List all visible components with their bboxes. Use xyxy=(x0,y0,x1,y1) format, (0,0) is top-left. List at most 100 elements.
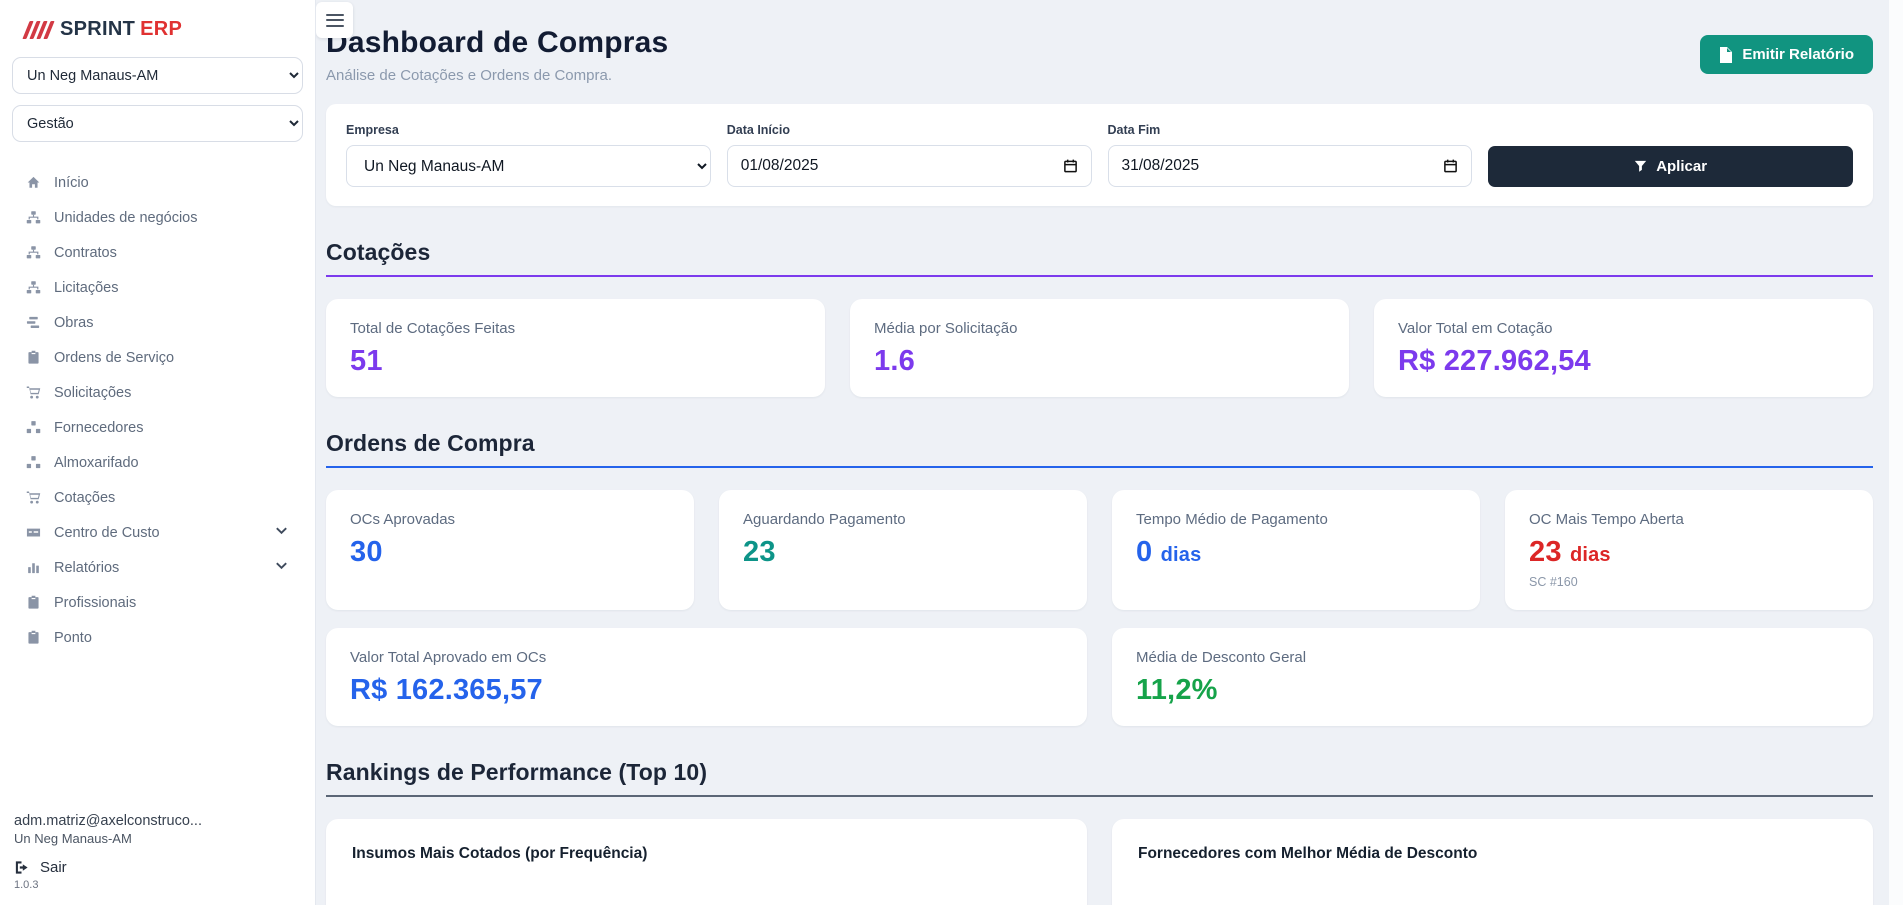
section-rule-rankings xyxy=(326,795,1873,797)
clipboard-icon xyxy=(26,595,41,610)
company-select[interactable]: Un Neg Manaus-AM xyxy=(346,145,711,187)
cubes-icon xyxy=(26,420,41,435)
end-date-input[interactable]: 31/08/2025 xyxy=(1108,145,1473,187)
stat-label: Valor Total em Cotação xyxy=(1398,320,1849,337)
apply-filter-button[interactable]: Aplicar xyxy=(1488,146,1853,187)
user-email: adm.matriz@axelconstruco... xyxy=(14,813,301,829)
sidebar: SPRINTERP Un Neg Manaus-AM Gestão Início… xyxy=(0,0,316,905)
brand-stripes-icon xyxy=(26,21,51,39)
section-rule-cotacoes xyxy=(326,275,1873,277)
module-select[interactable]: Gestão xyxy=(12,105,303,142)
rankings-cards: Insumos Mais Cotados (por Frequência) Fo… xyxy=(326,819,1873,905)
home-icon xyxy=(26,175,41,190)
filter-icon xyxy=(1634,160,1647,173)
cart-icon xyxy=(26,490,41,505)
stat-value: R$ 162.365,57 xyxy=(350,675,1063,705)
stat-card-ocs-aprovadas: OCs Aprovadas 30 xyxy=(326,490,694,609)
filter-bar: Empresa Un Neg Manaus-AM Data Início 01/… xyxy=(326,104,1873,206)
business-unit-select[interactable]: Un Neg Manaus-AM xyxy=(12,57,303,94)
stat-label: Aguardando Pagamento xyxy=(743,511,1063,528)
stat-value: 0 dias xyxy=(1136,537,1456,567)
clipboard-icon xyxy=(26,630,41,645)
user-unit: Un Neg Manaus-AM xyxy=(14,831,301,846)
ranking-card-fornecedores: Fornecedores com Melhor Média de Descont… xyxy=(1112,819,1873,905)
end-date-label: Data Fim xyxy=(1108,123,1473,137)
sidebar-item-inicio[interactable]: Início xyxy=(12,165,303,200)
stat-value: 11,2% xyxy=(1136,675,1849,705)
sitemap-icon xyxy=(26,245,41,260)
stat-value: 1.6 xyxy=(874,346,1325,376)
section-title-cotacoes: Cotações xyxy=(326,239,1873,266)
file-pdf-icon xyxy=(1719,47,1733,63)
brand-name: SPRINTERP xyxy=(60,18,182,41)
stat-card-aguardando-pagamento: Aguardando Pagamento 23 xyxy=(719,490,1087,609)
stat-card-valor-total-cotacao: Valor Total em Cotação R$ 227.962,54 xyxy=(1374,299,1873,397)
company-field: Empresa Un Neg Manaus-AM xyxy=(346,123,711,187)
stat-card-tempo-medio-pagamento: Tempo Médio de Pagamento 0 dias xyxy=(1112,490,1480,609)
section-rankings-header: Rankings de Performance (Top 10) xyxy=(326,759,1873,797)
sidebar-item-cotacoes[interactable]: Cotações xyxy=(12,480,303,515)
stat-value: 30 xyxy=(350,537,670,567)
stat-label: OCs Aprovadas xyxy=(350,511,670,528)
sitemap-icon xyxy=(26,210,41,225)
stat-value: 23 dias xyxy=(1529,537,1849,567)
sidebar-item-profissionais[interactable]: Profissionais xyxy=(12,585,303,620)
cart-icon xyxy=(26,385,41,400)
start-date-label: Data Início xyxy=(727,123,1092,137)
scrollbar[interactable] xyxy=(1889,0,1903,905)
calendar-icon xyxy=(1063,158,1078,174)
ranking-card-insumos: Insumos Mais Cotados (por Frequência) xyxy=(326,819,1087,905)
stat-card-media-desconto: Média de Desconto Geral 11,2% xyxy=(1112,628,1873,726)
chevron-down-icon xyxy=(274,558,289,577)
sidebar-item-ponto[interactable]: Ponto xyxy=(12,620,303,655)
sidebar-item-solicitacoes[interactable]: Solicitações xyxy=(12,375,303,410)
sidebar-item-fornecedores[interactable]: Fornecedores xyxy=(12,410,303,445)
ordens-cards-row1: OCs Aprovadas 30 Aguardando Pagamento 23… xyxy=(326,490,1873,609)
stat-label: Média de Desconto Geral xyxy=(1136,649,1849,666)
sidebar-nav: Início Unidades de negócios Contratos Li… xyxy=(12,165,303,655)
logout-button[interactable]: Sair xyxy=(14,859,301,876)
cubes-icon xyxy=(26,455,41,470)
page-header: Dashboard de Compras Análise de Cotações… xyxy=(326,26,1873,84)
sitemap-icon xyxy=(26,280,41,295)
sidebar-toggle-button[interactable] xyxy=(316,2,353,38)
emit-report-button[interactable]: Emitir Relatório xyxy=(1700,35,1873,74)
sidebar-item-relatorios[interactable]: Relatórios xyxy=(12,550,303,585)
logout-icon xyxy=(14,860,29,875)
bar-chart-icon xyxy=(26,560,41,575)
section-title-rankings: Rankings de Performance (Top 10) xyxy=(326,759,1873,786)
start-date-field: Data Início 01/08/2025 xyxy=(727,123,1092,187)
sidebar-item-contratos[interactable]: Contratos xyxy=(12,235,303,270)
sidebar-item-obras[interactable]: Obras xyxy=(12,305,303,340)
section-cotacoes-header: Cotações xyxy=(326,239,1873,277)
clipboard-icon xyxy=(26,350,41,365)
ordens-cards-row2: Valor Total Aprovado em OCs R$ 162.365,5… xyxy=(326,628,1873,726)
cotacoes-cards: Total de Cotações Feitas 51 Média por So… xyxy=(326,299,1873,397)
start-date-input[interactable]: 01/08/2025 xyxy=(727,145,1092,187)
stat-card-media-solicitacao: Média por Solicitação 1.6 xyxy=(850,299,1349,397)
sidebar-item-ordens-de-servico[interactable]: Ordens de Serviço xyxy=(12,340,303,375)
stat-label: Média por Solicitação xyxy=(874,320,1325,337)
stat-note: SC #160 xyxy=(1529,575,1849,589)
section-rule-ordens xyxy=(326,466,1873,468)
ranking-title: Insumos Mais Cotados (por Frequência) xyxy=(352,845,1061,863)
sidebar-item-licitacoes[interactable]: Licitações xyxy=(12,270,303,305)
app-version: 1.0.3 xyxy=(14,879,301,891)
page-subtitle: Análise de Cotações e Ordens de Compra. xyxy=(326,67,668,84)
money-check-icon xyxy=(26,525,41,540)
sidebar-item-centro-de-custo[interactable]: Centro de Custo xyxy=(12,515,303,550)
section-ordens-header: Ordens de Compra xyxy=(326,430,1873,468)
sidebar-item-almoxarifado[interactable]: Almoxarifado xyxy=(12,445,303,480)
chevron-down-icon xyxy=(274,523,289,542)
stat-value: 51 xyxy=(350,346,801,376)
stat-value: R$ 227.962,54 xyxy=(1398,346,1849,376)
main-content: Dashboard de Compras Análise de Cotações… xyxy=(316,0,1889,905)
stream-icon xyxy=(26,315,41,330)
stat-card-total-cotacoes: Total de Cotações Feitas 51 xyxy=(326,299,825,397)
ranking-title: Fornecedores com Melhor Média de Descont… xyxy=(1138,845,1847,863)
calendar-icon xyxy=(1443,158,1458,174)
sidebar-item-unidades-de-negocios[interactable]: Unidades de negócios xyxy=(12,200,303,235)
end-date-field: Data Fim 31/08/2025 xyxy=(1108,123,1473,187)
stat-label: Tempo Médio de Pagamento xyxy=(1136,511,1456,528)
stat-card-valor-total-aprovado: Valor Total Aprovado em OCs R$ 162.365,5… xyxy=(326,628,1087,726)
